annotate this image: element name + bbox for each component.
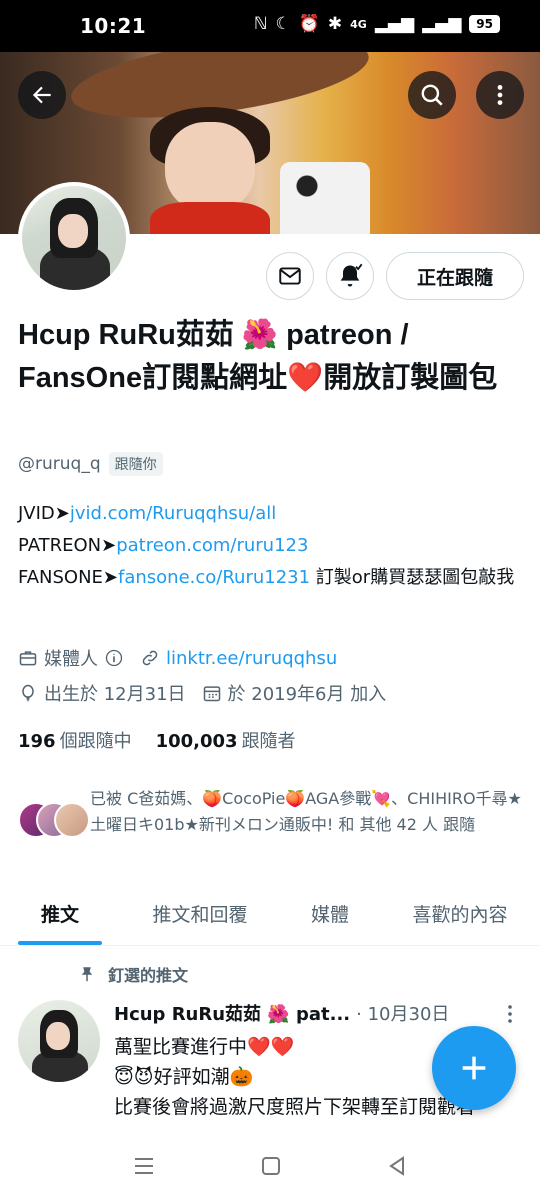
- banner-face: [165, 122, 255, 212]
- tweet-author-name[interactable]: Hcup RuRu茹茹 🌺 pat...: [114, 1000, 350, 1026]
- battery-indicator: 95: [469, 15, 500, 33]
- profile-meta-row: 媒體人 linktr.ee/ruruqqhsu: [18, 645, 353, 671]
- banner-scarf: [150, 202, 270, 234]
- recents-menu-icon[interactable]: [133, 1156, 155, 1180]
- tab-media[interactable]: 媒體: [280, 882, 380, 945]
- profile-tabs: 推文 推文和回覆 媒體 喜歡的內容: [0, 882, 540, 946]
- status-icons: ℕ ☾ ⏰ ✱ 4G ▂▄▆ ▂▄▆ 95: [254, 14, 500, 34]
- followers-count-link[interactable]: 100,003 跟隨者: [156, 727, 296, 753]
- followed-by-section[interactable]: 已被 C爸茹媽、🍑CocoPie🍑AGA參戰💘、CHIHIRO千尋★土曜日キ01…: [18, 786, 528, 842]
- status-bar: 10:21 ℕ ☾ ⏰ ✱ 4G ▂▄▆ ▂▄▆ 95: [0, 0, 540, 52]
- following-count-link[interactable]: 196 個跟隨中: [18, 727, 132, 753]
- balloon-icon: [22, 684, 34, 702]
- profile-category: 媒體人: [44, 649, 98, 670]
- alarm-icon: ⏰: [298, 14, 320, 34]
- tab-tweets-replies[interactable]: 推文和回覆: [120, 882, 280, 945]
- followed-by-avatars: [18, 802, 90, 842]
- bio-link-jvid[interactable]: jvid.com/Ruruqqhsu/all: [70, 503, 276, 524]
- user-handle: @ruruq_q: [18, 454, 101, 474]
- network-type: 4G: [350, 17, 367, 31]
- moon-icon: ☾: [275, 14, 291, 34]
- more-options-button[interactable]: [476, 71, 524, 119]
- signal-icon: ▂▄▆: [374, 14, 415, 34]
- arrow-left-icon: [32, 86, 51, 104]
- bio-line: PATREON➤patreon.com/ruru123: [18, 535, 309, 556]
- display-name: Hcup RuRu茹茹 🌺 patreon / FansOne訂閱點網址❤️開放…: [18, 319, 498, 394]
- avatar-image: [22, 186, 126, 290]
- signal-icon-2: ▂▄▆: [422, 14, 462, 34]
- link-icon: [142, 650, 158, 666]
- search-icon: [421, 84, 443, 106]
- envelope-icon: [279, 267, 301, 285]
- profile-website-link[interactable]: linktr.ee/ruruqqhsu: [166, 648, 337, 669]
- status-time: 10:21: [80, 14, 147, 38]
- bio-line: JVID➤jvid.com/Ruruqqhsu/all: [18, 503, 277, 524]
- banner-cow-print: [280, 162, 370, 234]
- nfc-icon: ℕ: [253, 14, 268, 34]
- tweet-date[interactable]: · 10月30日: [356, 1000, 449, 1026]
- message-button[interactable]: [266, 252, 314, 300]
- plus-icon: [462, 1056, 486, 1080]
- profile-bio: JVID➤jvid.com/Ruruqqhsu/all PATREON➤patr…: [18, 498, 528, 594]
- search-button[interactable]: [408, 71, 456, 119]
- profile-birthday: 出生於 12月31日: [44, 684, 186, 705]
- back-button[interactable]: [18, 71, 66, 119]
- tab-likes[interactable]: 喜歡的內容: [380, 882, 540, 945]
- vertical-dots-icon: [508, 1005, 512, 1023]
- follows-you-badge: 跟隨你: [108, 452, 163, 476]
- tweet-more-button[interactable]: [502, 1004, 518, 1029]
- pin-icon: [81, 967, 93, 982]
- profile-meta-row-2: 出生於 12月31日 於 2019年6月 加入: [18, 680, 402, 706]
- bio-line: FANSONE➤fansone.co/Ruru1231 訂製or購買瑟瑟圖包敲我: [18, 567, 515, 588]
- followed-by-text: 已被 C爸茹媽、🍑CocoPie🍑AGA參戰💘、CHIHIRO千尋★土曜日キ01…: [90, 789, 522, 834]
- follow-counts: 196 個跟隨中 100,003 跟隨者: [18, 727, 296, 753]
- tab-tweets[interactable]: 推文: [0, 882, 120, 945]
- profile-join-date: 於 2019年6月 加入: [227, 684, 387, 705]
- info-icon[interactable]: [104, 648, 124, 668]
- bio-link-fansone[interactable]: fansone.co/Ruru1231: [118, 567, 310, 588]
- tweet-author-avatar[interactable]: [18, 1000, 100, 1082]
- notifications-button[interactable]: [326, 252, 374, 300]
- bluetooth-icon: ✱: [327, 14, 343, 34]
- vertical-dots-icon: [497, 85, 503, 105]
- profile-avatar[interactable]: [18, 182, 130, 294]
- system-nav-bar: [0, 1136, 540, 1200]
- briefcase-icon: [19, 651, 37, 666]
- pinned-tweet-label: 釘選的推文: [78, 962, 188, 986]
- following-button[interactable]: 正在跟隨: [386, 252, 524, 300]
- handle-row: @ruruq_q 跟隨你: [18, 452, 163, 476]
- calendar-icon: [203, 686, 220, 702]
- bell-check-icon: [340, 263, 363, 287]
- avatar: [54, 802, 90, 838]
- home-square-icon[interactable]: [261, 1156, 281, 1180]
- back-triangle-icon[interactable]: [387, 1156, 407, 1180]
- tweet-header: Hcup RuRu茹茹 🌺 pat... · 10月30日: [114, 1000, 524, 1026]
- compose-tweet-button[interactable]: [432, 1026, 516, 1110]
- bio-link-patreon[interactable]: patreon.com/ruru123: [116, 535, 308, 556]
